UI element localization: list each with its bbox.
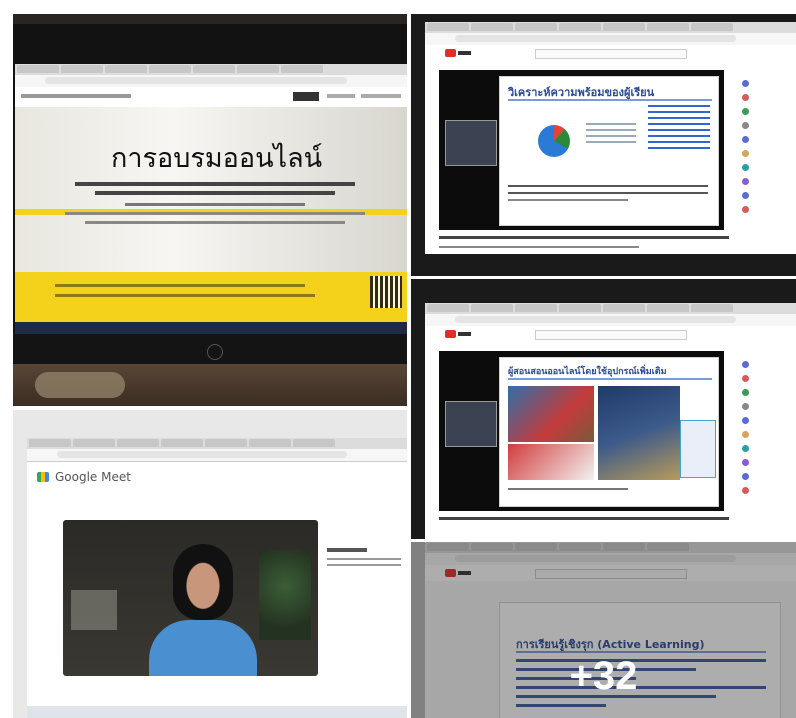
photo-tile-4[interactable]: Google Meet — [13, 410, 407, 718]
photo-tile-2[interactable]: วิเคราะห์ความพร้อมของผู้เรียน — [411, 14, 796, 276]
slide-bullets — [648, 105, 710, 149]
background-shelf — [71, 590, 117, 630]
presenter-webcam — [445, 401, 497, 447]
participant-shirt — [149, 620, 257, 676]
video-title-line — [439, 517, 729, 520]
more-photos-overlay[interactable]: +32 — [411, 542, 796, 718]
video-player[interactable]: วิเคราะห์ความพร้อมของผู้เรียน — [439, 70, 724, 230]
slide-footer-text — [508, 185, 708, 201]
browser-tab-bar — [27, 438, 407, 449]
photo-tile-5[interactable]: การเรียนรู้เชิงรุก (Active Learning) +32 — [411, 542, 796, 718]
laptop-screen: การอบรมออนไลน์ — [15, 64, 407, 334]
qr-code — [370, 276, 402, 308]
more-photos-count: +32 — [569, 654, 638, 698]
participant-head — [173, 544, 233, 620]
title-underline — [508, 99, 712, 101]
app-title: Google Meet — [55, 470, 131, 484]
desk-items — [35, 372, 125, 398]
video-title-line — [439, 236, 729, 239]
youtube-logo — [445, 49, 471, 58]
youtube-logo — [445, 330, 471, 339]
laptop-screen: ผู้สอนสอนออนไลน์โดยใช้อุปกรณ์เพิ่มเติม — [425, 303, 796, 539]
banner-title: การอบรมออนไลน์ — [111, 143, 323, 174]
photo-tile-3[interactable]: ผู้สอนสอนออนไลน์โดยใช้อุปกรณ์เพิ่มเติม — [411, 279, 796, 539]
pie-chart — [538, 125, 570, 157]
background-plant — [259, 550, 311, 640]
classroom-photo-3 — [598, 386, 680, 480]
laptop-screen: วิเคราะห์ความพร้อมของผู้เรียน — [425, 22, 796, 254]
slide-legend-lines — [586, 123, 636, 143]
browser-url-bar — [27, 449, 407, 462]
laptop-screen: Google Meet — [27, 438, 407, 718]
slide-caption — [508, 488, 628, 490]
browser-tab-bar — [15, 64, 407, 75]
presentation-slide: ผู้สอนสอนออนไลน์โดยใช้อุปกรณ์เพิ่มเติม — [499, 357, 719, 507]
meet-video-preview[interactable] — [63, 520, 318, 676]
site-header — [15, 87, 407, 108]
hp-logo — [207, 344, 223, 360]
youtube-header — [425, 326, 796, 342]
classroom-photo-2 — [508, 444, 594, 480]
right-panel-text — [327, 548, 401, 566]
youtube-header — [425, 45, 796, 61]
youtube-search-input[interactable] — [535, 49, 687, 59]
youtube-search-input[interactable] — [535, 330, 687, 340]
presenter-webcam — [445, 120, 497, 166]
photo-tile-1[interactable]: การอบรมออนไลน์ — [13, 14, 407, 406]
presentation-slide: วิเคราะห์ความพร้อมของผู้เรียน — [499, 76, 719, 226]
windows-taskbar — [27, 706, 407, 718]
browser-tab-bar — [425, 303, 796, 314]
slide-title: ผู้สอนสอนออนไลน์โดยใช้อุปกรณ์เพิ่มเติม — [508, 367, 667, 377]
google-meet-logo-icon — [37, 472, 49, 482]
live-chat-panel — [728, 70, 796, 254]
live-chat-panel — [728, 351, 796, 535]
video-player[interactable]: ผู้สอนสอนออนไลน์โดยใช้อุปกรณ์เพิ่มเติม — [439, 351, 724, 511]
banner-subtitle-lines — [55, 182, 375, 224]
video-meta-line — [439, 246, 639, 248]
windows-taskbar — [15, 322, 407, 334]
browser-tab-bar — [425, 22, 796, 33]
diagram-inset — [680, 420, 716, 478]
title-underline — [508, 378, 712, 380]
classroom-photo-1 — [508, 386, 594, 442]
